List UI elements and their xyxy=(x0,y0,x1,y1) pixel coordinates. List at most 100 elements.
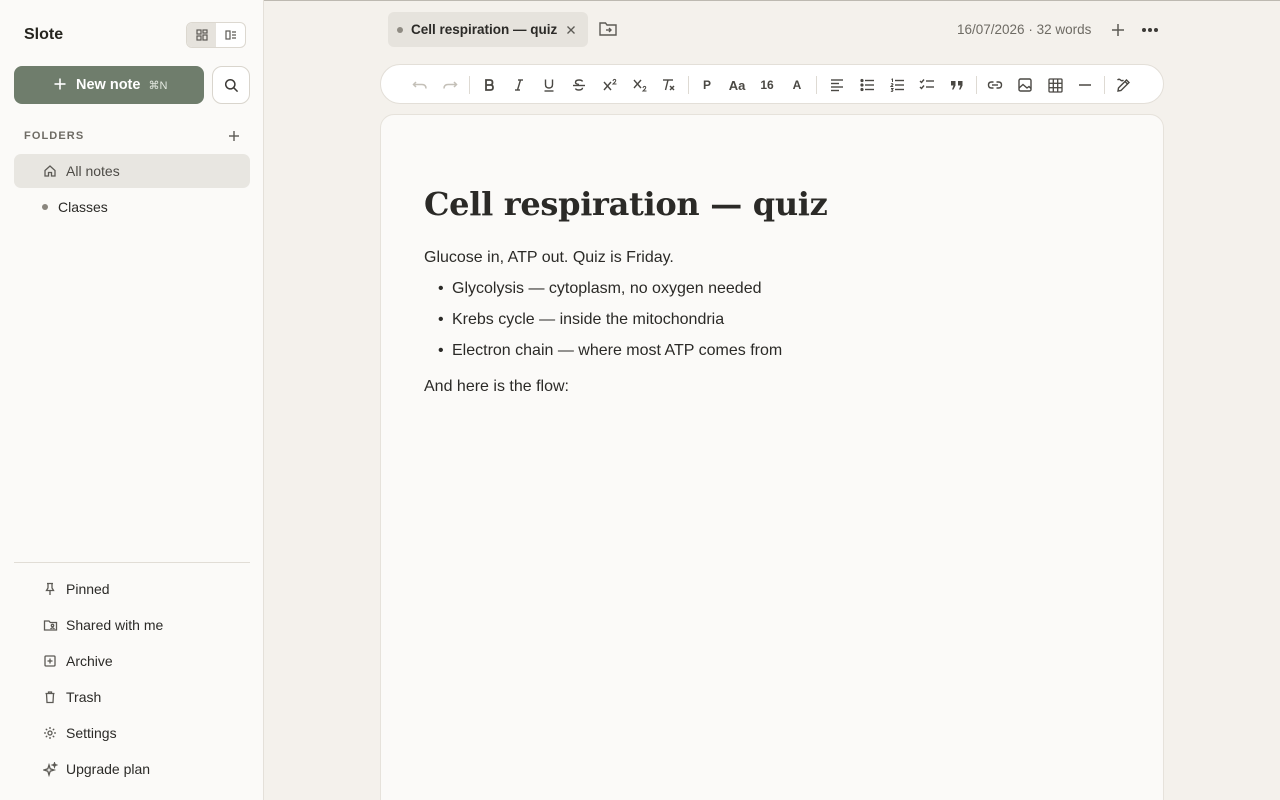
sidebar-item-label: Pinned xyxy=(66,581,110,597)
trash-icon xyxy=(42,689,58,705)
table-icon xyxy=(1047,77,1063,93)
paragraph-style-button[interactable]: P xyxy=(696,74,718,96)
underline-button[interactable] xyxy=(538,74,560,96)
sidebar-divider xyxy=(14,562,250,563)
text-color-button[interactable]: A xyxy=(786,74,808,96)
bullet-list-icon xyxy=(859,78,874,92)
sidebar-item-pinned[interactable]: Pinned xyxy=(14,572,250,606)
underline-icon xyxy=(544,79,554,92)
numbered-list-icon xyxy=(889,78,904,92)
bold-icon xyxy=(485,79,494,91)
home-icon xyxy=(42,163,58,179)
pin-icon xyxy=(42,581,58,597)
gear-icon xyxy=(42,725,58,741)
note-editor[interactable]: Cell respiration — quiz Glucose in, ATP … xyxy=(380,114,1164,800)
bullet-marker: • xyxy=(438,280,444,297)
sidebar-item-all-notes[interactable]: All notes xyxy=(14,154,250,188)
bullet-marker: • xyxy=(438,311,444,328)
note-meta: 16/07/2026 · 32 words xyxy=(957,22,1092,37)
horizontal-rule-icon xyxy=(1079,84,1091,86)
draw-button[interactable] xyxy=(1113,74,1135,96)
sidebar-item-trash[interactable]: Trash xyxy=(14,680,250,714)
font-case-button[interactable]: Aa xyxy=(726,74,748,96)
superscript-button[interactable] xyxy=(599,74,621,96)
new-tab-plus-icon[interactable] xyxy=(1110,22,1126,38)
list-item-text: Krebs cycle — inside the mitochondria xyxy=(452,311,725,328)
unsaved-dot xyxy=(397,27,403,33)
shared-folder-icon xyxy=(42,617,58,633)
horizontal-rule-button[interactable] xyxy=(1074,74,1096,96)
tab-note[interactable]: Cell respiration — quiz xyxy=(388,12,588,47)
formatting-toolbar: P Aa 16 A xyxy=(380,64,1164,104)
pen-draw-icon xyxy=(1117,78,1130,92)
view-toggle xyxy=(186,22,246,48)
toolbar-divider xyxy=(469,76,470,94)
toolbar-divider xyxy=(688,76,689,94)
strikethrough-icon xyxy=(573,79,585,91)
clear-format-button[interactable] xyxy=(657,74,679,96)
align-left-button[interactable] xyxy=(826,74,848,96)
quote-icon xyxy=(951,81,963,90)
more-horizontal-icon xyxy=(1142,28,1158,32)
new-note-button[interactable]: New note ⌘N xyxy=(14,66,204,104)
sidebar-item-upgrade[interactable]: Upgrade plan xyxy=(14,752,250,786)
link-button[interactable] xyxy=(984,74,1006,96)
more-options-button[interactable] xyxy=(1140,22,1160,38)
sidebar-item-label: Shared with me xyxy=(66,617,164,633)
sidebar-item-label: Upgrade plan xyxy=(66,761,151,777)
checklist-button[interactable] xyxy=(916,74,938,96)
sidebar-item-classes[interactable]: Classes xyxy=(14,190,250,224)
plus-icon xyxy=(54,78,66,90)
redo-icon xyxy=(443,81,458,89)
bullet-list-button[interactable] xyxy=(856,74,878,96)
image-button[interactable] xyxy=(1014,74,1036,96)
sidebar: Slote New note ⌘N FOLDERS All notes Clas… xyxy=(0,0,264,800)
note-title[interactable]: Cell respiration — quiz xyxy=(424,185,828,223)
align-left-icon xyxy=(831,79,843,92)
close-icon[interactable] xyxy=(565,24,577,36)
grid-view-button[interactable] xyxy=(187,23,216,47)
search-button[interactable] xyxy=(212,66,250,104)
note-paragraph: Glucose in, ATP out. Quiz is Friday. xyxy=(424,249,674,266)
sidebar-item-label: Trash xyxy=(66,689,102,705)
bold-button[interactable] xyxy=(478,74,500,96)
grid-view-icon xyxy=(195,29,208,41)
toolbar-divider xyxy=(1104,76,1105,94)
toolbar-divider xyxy=(976,76,977,94)
subscript-icon xyxy=(633,79,647,92)
plus-icon xyxy=(229,131,239,141)
subscript-button[interactable] xyxy=(629,74,651,96)
list-item-text: Glycolysis — cytoplasm, no oxygen needed xyxy=(452,280,762,297)
add-folder-button[interactable] xyxy=(227,129,241,143)
sidebar-item-settings[interactable]: Settings xyxy=(14,716,250,750)
sidebar-item-shared[interactable]: Shared with me xyxy=(14,608,250,642)
undo-button[interactable] xyxy=(409,74,431,96)
sidebar-item-label: Settings xyxy=(66,725,117,741)
sparkle-icon xyxy=(42,761,58,777)
archive-icon xyxy=(42,653,58,669)
table-button[interactable] xyxy=(1044,74,1066,96)
numbered-list-button[interactable] xyxy=(886,74,908,96)
font-size-button[interactable]: 16 xyxy=(756,74,778,96)
sidebar-item-label: Classes xyxy=(58,199,108,215)
new-note-shortcut: ⌘N xyxy=(148,79,168,92)
checklist-icon xyxy=(919,79,934,90)
italic-button[interactable] xyxy=(508,74,530,96)
sidebar-item-label: All notes xyxy=(66,163,120,179)
redo-button[interactable] xyxy=(439,74,461,96)
clear-format-icon xyxy=(663,79,675,91)
superscript-icon xyxy=(603,78,617,91)
list-view-button[interactable] xyxy=(216,23,245,47)
sidebar-item-label: Archive xyxy=(66,653,113,669)
folder-dot xyxy=(42,204,48,210)
undo-icon xyxy=(412,81,427,89)
note-paragraph: And here is the flow: xyxy=(424,378,569,395)
search-icon xyxy=(224,78,238,92)
list-item-text: Electron chain — where most ATP comes fr… xyxy=(452,342,783,359)
move-to-folder-icon[interactable] xyxy=(598,20,618,38)
quote-button[interactable] xyxy=(946,74,968,96)
new-note-label: New note xyxy=(76,77,141,93)
sidebar-item-archive[interactable]: Archive xyxy=(14,644,250,678)
strikethrough-button[interactable] xyxy=(568,74,590,96)
link-icon xyxy=(987,81,1003,89)
